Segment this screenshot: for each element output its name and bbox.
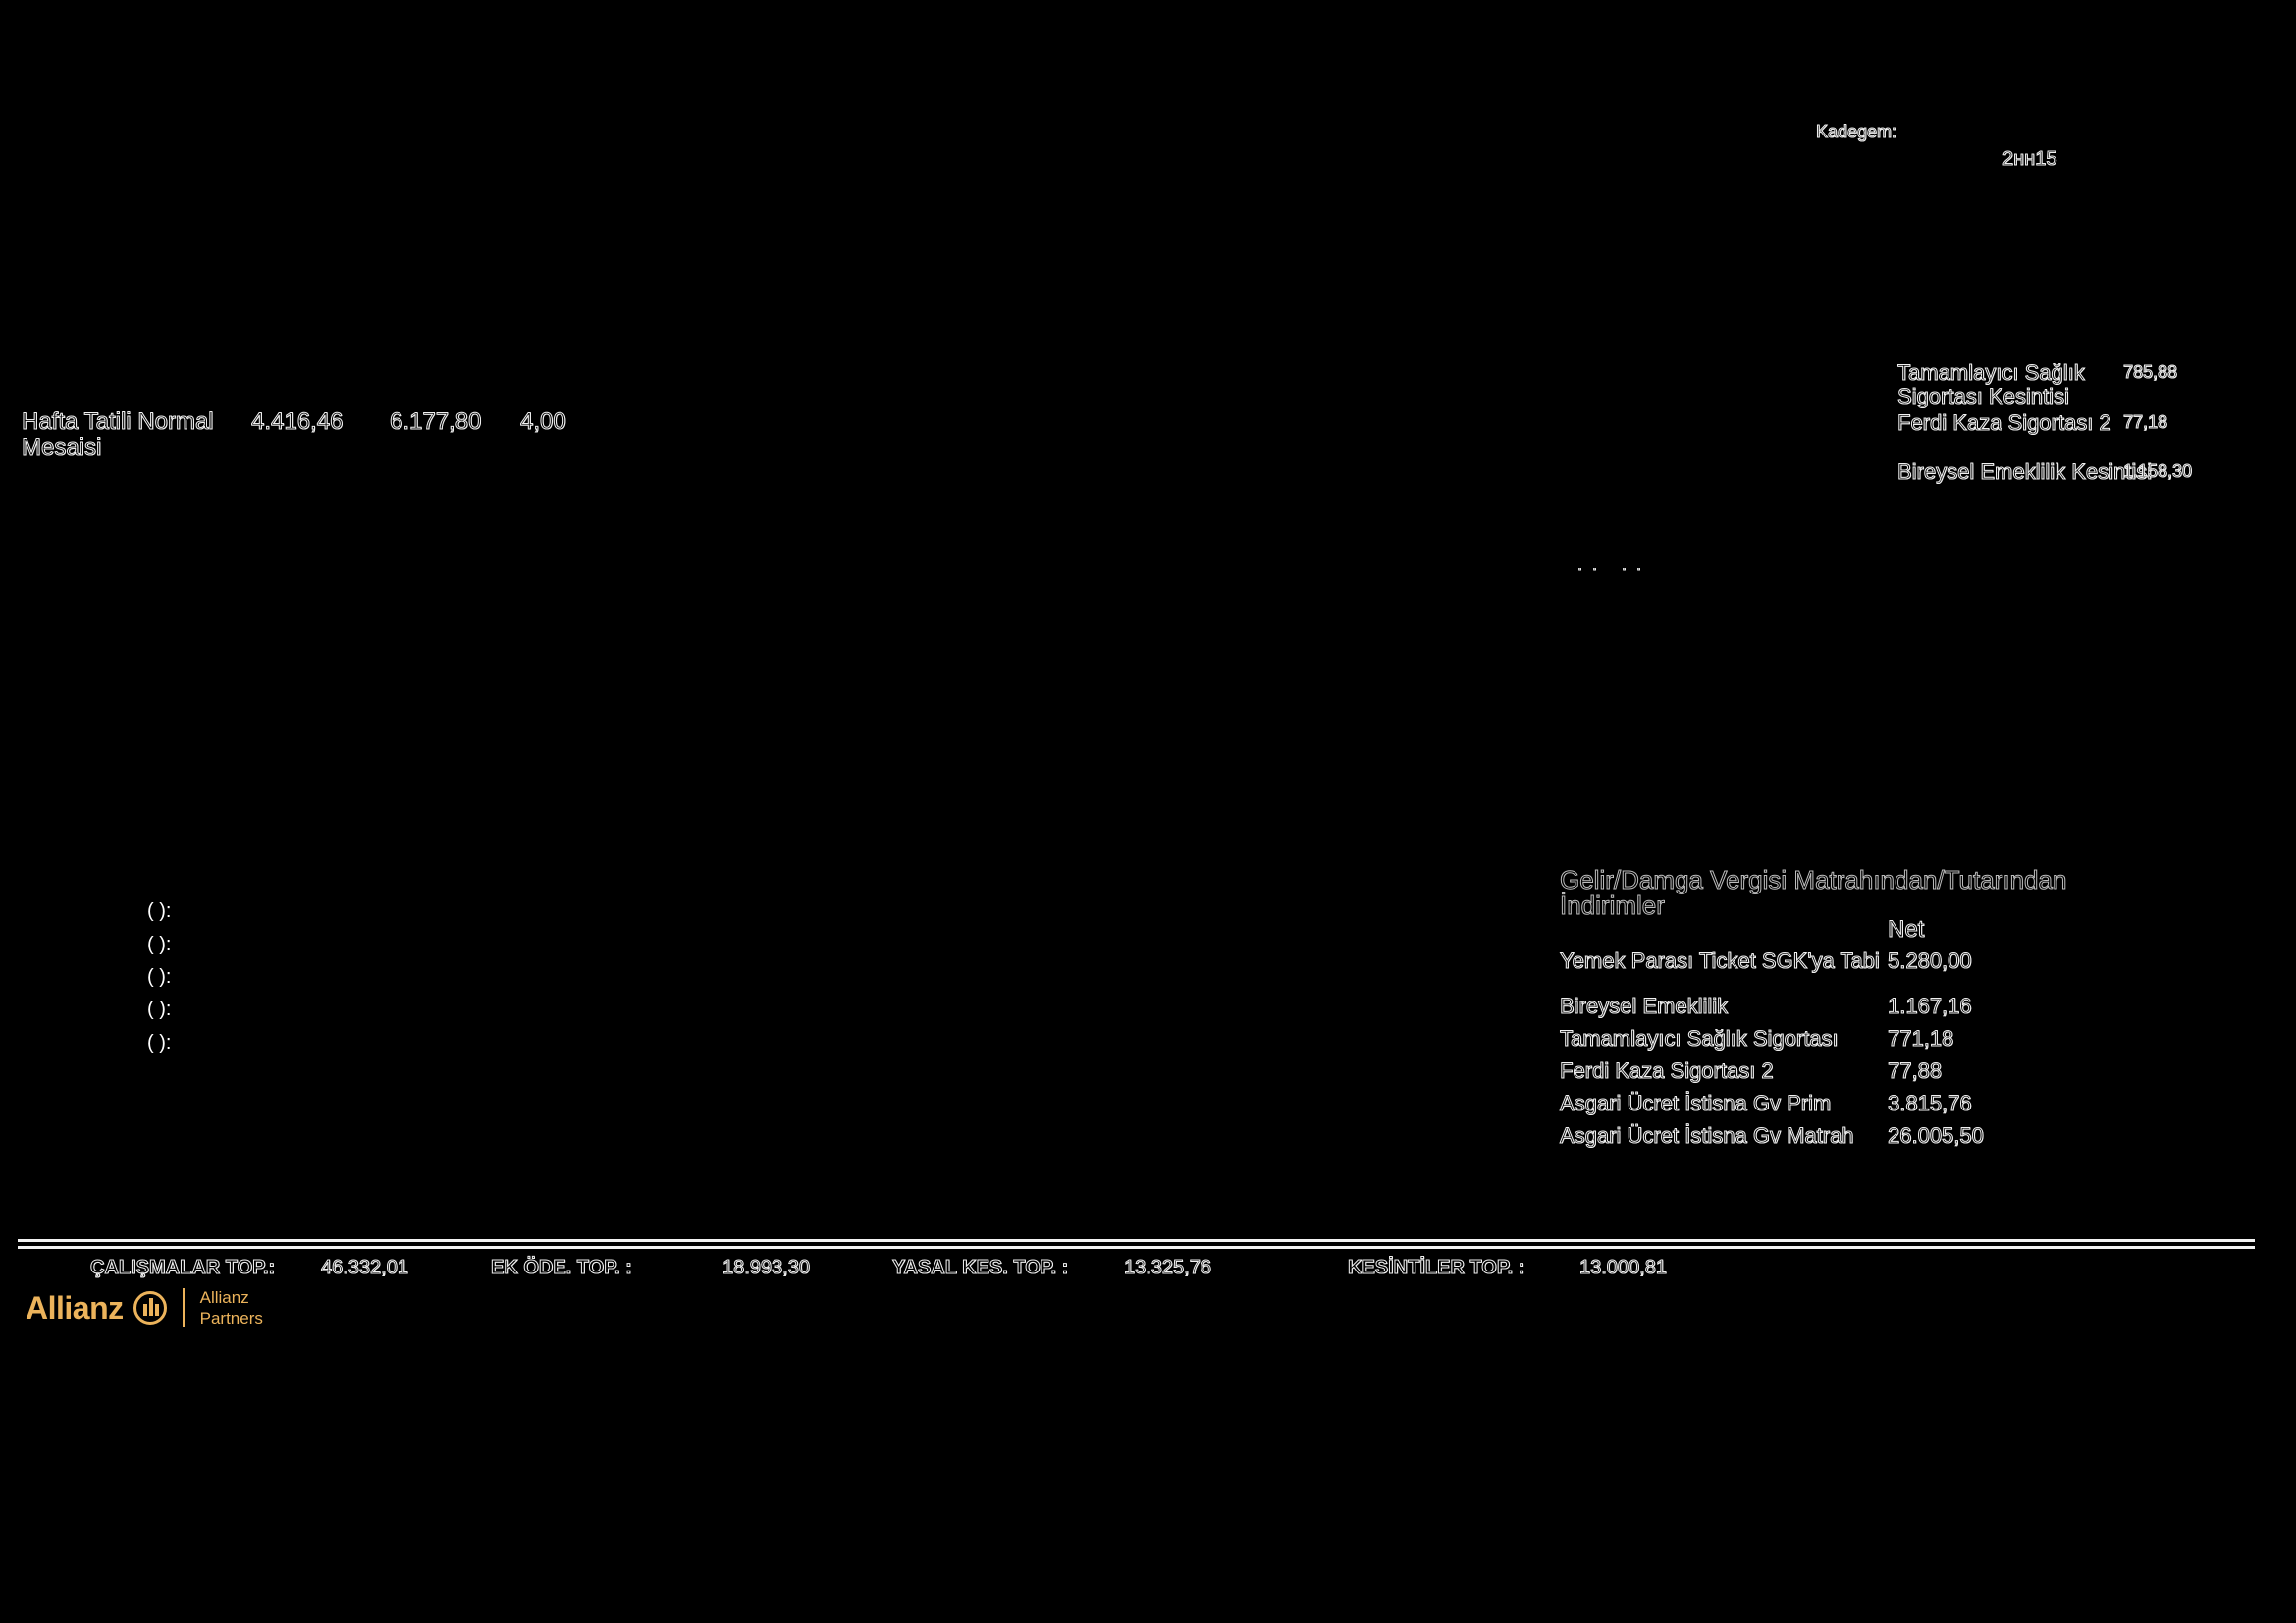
section-title-line1: Gelir/Damga Vergisi Matrahından/Tutarınd… [1559,865,2067,894]
logo-sub-line2: Partners [199,1309,263,1327]
total-value: 46.332,01 [321,1257,409,1278]
deduction-label: Ferdi Kaza Sigortası 2 [1897,410,2112,435]
tax-row-label: Ferdi Kaza Sigortası 2 [1560,1058,1775,1083]
tax-row-label: Asgari Ücret İstisna Gv Prim [1559,1091,1832,1115]
total-value: 13.325,76 [1124,1257,1212,1278]
logo-sub-line1: Allianz [199,1287,249,1307]
header-label: Kadegem: [1815,122,1897,141]
placeholder-row: ( ): [147,966,172,988]
earning-label-line1: Hafta Tatili Normal [22,408,215,435]
net-header: Net [1887,916,1925,943]
earning-amount: 4.416,46 [250,408,344,435]
tax-row-value: 26.005,50 [1888,1123,1985,1148]
earning-count: 4,00 [520,408,567,435]
tax-row-value: 1.167,16 [1888,994,1973,1018]
total-label: YASAL KES. TOP. : [891,1257,1069,1278]
allianz-eagle-icon [133,1291,167,1325]
placeholder-row: ( ): [147,999,172,1020]
total-label: KESİNTİLER TOP. : [1347,1257,1525,1278]
tax-row-label: Asgari Ücret İstisna Gv Matrah [1560,1123,1855,1148]
tax-row-label: Bireysel Emeklilik [1559,994,1729,1018]
placeholder-row: ( ): [147,1032,172,1054]
tax-row-label: Tamamlayıcı Sağlık Sigortası [1560,1026,1840,1051]
tax-row-value: 5.280,00 [1888,948,1973,973]
placeholder-row: ( ): [147,934,172,955]
earning-label-line2: Mesaisi [21,434,102,460]
deduction-value: 1.158,30 [2122,461,2193,481]
placeholder-row: ( ): [147,900,172,922]
deduction-label-line2: Sigortası Kesintisi [1897,384,2070,408]
section-title-line2: İndirimler [1560,891,1666,920]
logo-subtitle: Allianz Partners [200,1287,263,1329]
tax-row-label: Yemek Parası Ticket SGK'ya Tabi [1560,948,1881,973]
earning-amount-2: 6.177,80 [389,408,482,435]
tax-row-value: 771,18 [1887,1026,1954,1051]
total-value: 13.000,81 [1579,1257,1668,1278]
total-label: EK ÖDE. TOP. : [491,1257,633,1278]
logo-divider [182,1288,185,1327]
tax-row-value: 77,88 [1887,1058,1943,1083]
dots: .. .. [1576,555,1652,574]
logo-wordmark: Allianz [26,1289,124,1325]
total-label: ÇALIŞMALAR TOP.: [89,1257,276,1278]
footer-rule-bottom [18,1246,2255,1249]
deduction-value: 77,18 [2122,412,2168,432]
tax-row-value: 3.815,76 [1888,1091,1973,1115]
total-value: 18.993,30 [722,1257,811,1278]
deduction-label-line1: Tamamlayıcı Sağlık [1897,360,2086,385]
footer-rule-top [18,1239,2255,1242]
deduction-value: 785,88 [2122,362,2178,382]
deduction-label: Bireysel Emeklilik Kesintisi [1896,460,2153,484]
allianz-partners-logo: Allianz Allianz Partners [26,1285,263,1330]
header-code: 2нн15 [2002,148,2057,170]
